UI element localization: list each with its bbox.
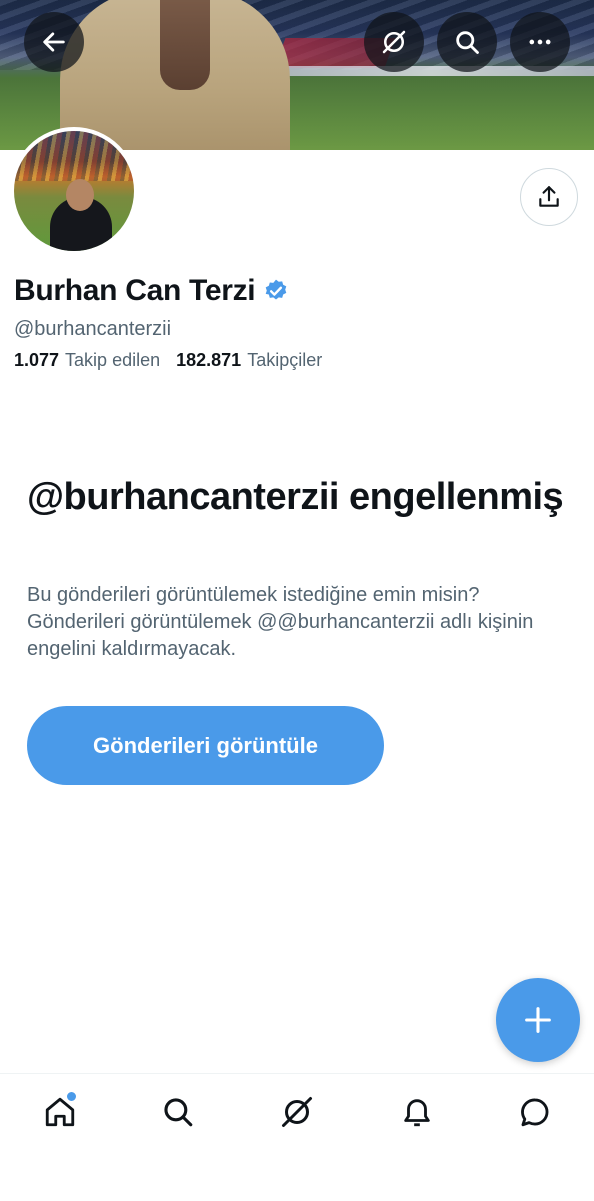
notification-dot — [65, 1090, 78, 1103]
avatar-head — [66, 179, 94, 211]
avatar[interactable] — [10, 127, 138, 255]
verified-badge-icon — [266, 279, 287, 300]
grok-icon — [382, 30, 406, 54]
following-link[interactable]: 1.077 Takip edilen — [14, 350, 160, 371]
avatar-crowd — [14, 131, 134, 181]
back-button[interactable] — [24, 12, 84, 72]
grok-button[interactable] — [364, 12, 424, 72]
blocked-description: Bu gönderileri görüntülemek istediğine e… — [27, 584, 534, 660]
more-button[interactable] — [510, 12, 570, 72]
grok-icon — [282, 1097, 312, 1127]
compose-post-button[interactable] — [496, 978, 580, 1062]
followers-label: Takipçiler — [247, 350, 323, 370]
back-arrow-icon — [43, 32, 65, 52]
messages-icon — [521, 1098, 549, 1127]
more-icon — [529, 39, 551, 45]
nav-home[interactable] — [40, 1090, 80, 1132]
share-icon — [539, 186, 559, 207]
followers-link[interactable]: 182.871 Takipçiler — [176, 350, 322, 371]
profile-banner[interactable] — [0, 0, 594, 150]
search-icon — [456, 31, 479, 54]
search-button[interactable] — [437, 12, 497, 72]
follow-stats: 1.077 Takip edilen 182.871 Takipçiler — [14, 350, 338, 371]
nav-grok[interactable] — [277, 1092, 317, 1132]
profile-handle: @burhancanterzii — [14, 318, 172, 340]
bell-icon — [404, 1099, 430, 1127]
nav-messages[interactable] — [515, 1092, 555, 1132]
share-button[interactable] — [520, 168, 578, 226]
blocked-title: @burhancanterzii engellenmiş — [27, 476, 564, 518]
search-icon — [164, 1098, 193, 1127]
plus-icon — [525, 1007, 551, 1033]
banner-scarf — [160, 0, 210, 90]
avatar-image — [14, 131, 134, 251]
view-posts-button[interactable]: Gönderileri görüntüle — [27, 706, 384, 785]
nav-notifications[interactable] — [397, 1092, 437, 1132]
profile-name: Burhan Can Terzi — [14, 274, 256, 307]
nav-search[interactable] — [158, 1092, 198, 1132]
bottom-nav — [0, 1073, 594, 1201]
following-count: 1.077 — [14, 350, 60, 370]
following-label: Takip edilen — [65, 350, 161, 370]
followers-count: 182.871 — [176, 350, 242, 370]
profile-name-row: Burhan Can Terzi — [14, 274, 289, 308]
